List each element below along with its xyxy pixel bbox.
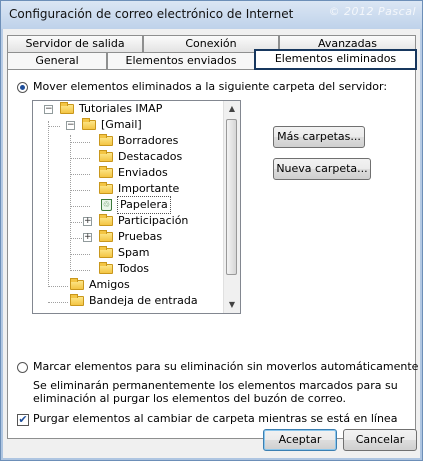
purge-checkbox[interactable]: ✔ xyxy=(17,414,29,426)
tree-item-label: Importante xyxy=(118,182,180,195)
tab-elementos-enviados[interactable]: Elementos enviados xyxy=(107,52,255,69)
tree-item-todos[interactable]: Todos xyxy=(33,261,223,277)
tab-elementos-eliminados[interactable]: Elementos eliminados xyxy=(254,49,417,70)
folder-icon xyxy=(82,118,96,130)
scroll-down-icon[interactable]: ▼ xyxy=(224,297,240,313)
tree-item-label: Pruebas xyxy=(118,230,163,243)
tree-item-label: Amigos xyxy=(89,278,130,291)
server-folder-tree[interactable]: − Tutoriales IMAP − [Gmail] Borradores D… xyxy=(32,100,241,314)
tree-item-enviados[interactable]: Enviados xyxy=(33,165,223,181)
watermark-text: © 2012 Pascal xyxy=(328,5,416,18)
window-title: Configuración de correo electrónico de I… xyxy=(9,7,294,21)
tab-servidor-de-salida[interactable]: Servidor de salida xyxy=(7,35,143,52)
inbox-icon xyxy=(70,294,84,306)
tree-item-label: Tutoriales IMAP xyxy=(79,102,163,115)
dialog-client-area: Servidor de salida Conexión Avanzadas Ge… xyxy=(3,29,420,458)
new-folder-button[interactable]: Nueva carpeta... xyxy=(273,158,371,180)
tree-item-importante[interactable]: Importante xyxy=(33,181,223,197)
dialog-window: Configuración de correo electrónico de I… xyxy=(0,0,423,461)
mark-description-line1: Se eliminarán permanentemente los elemen… xyxy=(33,379,398,392)
mailbox-folder-icon xyxy=(60,102,74,114)
tree-scrollbar[interactable]: ▲ ▼ xyxy=(223,101,240,313)
mark-description-line2: eliminación al purgar los elementos del … xyxy=(33,392,346,405)
folder-icon xyxy=(99,166,113,178)
mark-for-deletion-radio[interactable] xyxy=(17,362,28,373)
tree-item-label: [Gmail] xyxy=(101,118,142,131)
tab-label: General xyxy=(35,54,79,67)
tree-item-bandeja-de-entrada[interactable]: Bandeja de entrada xyxy=(33,293,223,309)
folder-icon xyxy=(99,246,113,258)
expand-icon[interactable]: + xyxy=(83,233,92,242)
tree-item-label: Todos xyxy=(118,262,150,275)
tree-item-gmail[interactable]: − [Gmail] xyxy=(33,117,223,133)
tree-item-label: Enviados xyxy=(118,166,168,179)
purge-checkbox-label: Purgar elementos al cambiar de carpeta m… xyxy=(33,412,398,425)
tree-item-label: Destacados xyxy=(118,150,183,163)
tree-item-label: Bandeja de entrada xyxy=(89,294,198,307)
tree-item-pruebas[interactable]: + Pruebas xyxy=(33,229,223,245)
move-to-folder-label: Mover elementos eliminados a la siguient… xyxy=(33,80,388,93)
tree-item-amigos[interactable]: Amigos xyxy=(33,277,223,293)
tab-label: Servidor de salida xyxy=(25,37,125,50)
more-folders-button[interactable]: Más carpetas... xyxy=(273,126,365,148)
scroll-up-icon[interactable]: ▲ xyxy=(224,101,240,117)
tree-item-papelera[interactable]: ♲ Papelera xyxy=(33,196,223,214)
folder-icon xyxy=(99,182,113,194)
tab-general[interactable]: General xyxy=(7,52,107,69)
folder-icon xyxy=(99,150,113,162)
folder-icon xyxy=(70,278,84,290)
expand-icon[interactable]: + xyxy=(83,217,92,226)
tree-item-label: Papelera xyxy=(117,196,171,214)
tree-item-borradores[interactable]: Borradores xyxy=(33,133,223,149)
tree-item-spam[interactable]: Spam xyxy=(33,245,223,261)
collapse-icon[interactable]: − xyxy=(44,105,53,114)
tree-item-destacados[interactable]: Destacados xyxy=(33,149,223,165)
tree-item-participacion[interactable]: + Participación xyxy=(33,213,223,229)
scroll-thumb[interactable] xyxy=(226,119,237,275)
mark-for-deletion-label: Marcar elementos para su eliminación sin… xyxy=(33,360,419,373)
tree-item-label: Spam xyxy=(118,246,150,259)
tab-panel: Mover elementos eliminados a la siguient… xyxy=(7,69,419,439)
tree-item-label: Borradores xyxy=(118,134,179,147)
folder-icon xyxy=(99,230,113,242)
tab-label: Elementos eliminados xyxy=(274,52,397,65)
tab-label: Elementos enviados xyxy=(125,54,237,67)
tab-label: Conexión xyxy=(185,37,237,50)
folder-icon xyxy=(99,214,113,226)
folder-icon xyxy=(99,262,113,274)
tab-label: Avanzadas xyxy=(317,37,378,50)
cancel-button[interactable]: Cancelar xyxy=(343,429,417,451)
tree-item-label: Participación xyxy=(118,214,189,227)
accept-button[interactable]: Aceptar xyxy=(263,429,337,451)
title-bar: Configuración de correo electrónico de I… xyxy=(1,1,422,29)
folder-icon xyxy=(99,134,113,146)
collapse-icon[interactable]: − xyxy=(66,121,75,130)
move-to-folder-radio[interactable] xyxy=(17,82,28,93)
trash-icon: ♲ xyxy=(101,199,112,211)
tree-item-tutoriales-imap[interactable]: − Tutoriales IMAP xyxy=(33,101,223,117)
